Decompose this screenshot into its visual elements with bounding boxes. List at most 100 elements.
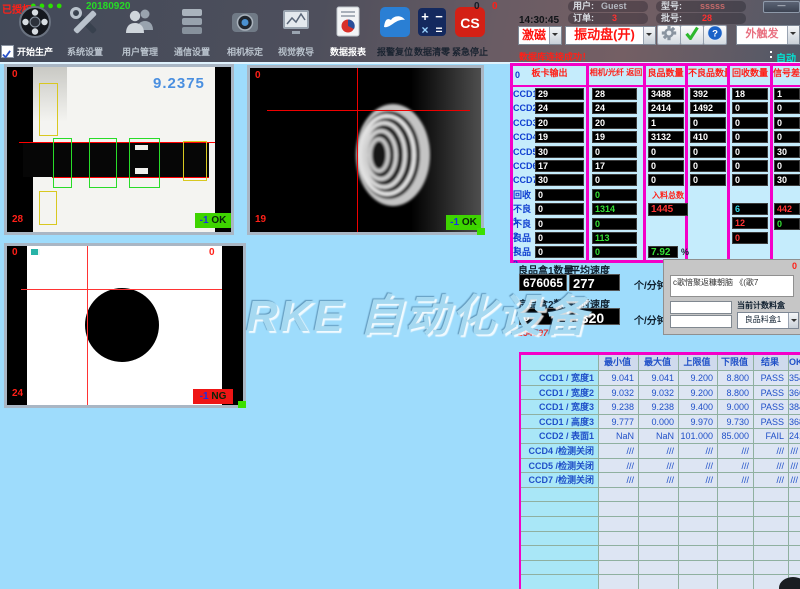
dropdown-arrow-icon xyxy=(643,27,655,44)
measure-row-label: CCD2 / 表面1 xyxy=(521,429,599,444)
reel-icon xyxy=(10,5,60,44)
camera-icon xyxy=(220,5,270,44)
tray-message-box[interactable]: c歌愔聚返糠朝脑 《(歌7 xyxy=(670,275,794,297)
model-label: 型号: xyxy=(661,1,682,12)
counts-cell: 392 xyxy=(690,88,726,100)
measure-cell xyxy=(789,546,800,561)
measure-cell: 9.000 xyxy=(718,400,754,415)
measure-cell xyxy=(599,532,639,547)
measure-cell xyxy=(754,517,789,532)
counts-row-label: 良品2 xyxy=(513,246,535,263)
stop-counter-right: 0 xyxy=(492,1,498,12)
crosshair-horizontal xyxy=(21,289,222,290)
counts-cell: 0 xyxy=(535,203,584,215)
measure-cell: /// xyxy=(754,473,789,488)
measure-row-label xyxy=(521,561,599,576)
measure-cell xyxy=(599,488,639,503)
measure-cell xyxy=(599,502,639,517)
start-production-button[interactable]: 开始生产 xyxy=(10,5,60,61)
measure-cell: /// xyxy=(679,444,718,459)
measure-cell: PASS xyxy=(754,371,789,386)
result-badge: -1 OK xyxy=(195,213,231,228)
system-settings-button[interactable]: 系统设置 xyxy=(60,5,110,61)
measure-cell: /// xyxy=(679,459,718,474)
counts-cell: 0 xyxy=(690,160,726,172)
counts-cell: 20 xyxy=(535,117,584,129)
measure-row: CCD4 /检测关闭////////////////// xyxy=(521,444,800,459)
measure-cell: /// xyxy=(599,459,639,474)
measure-cell xyxy=(599,561,639,576)
calibration-roi-box xyxy=(39,83,58,136)
users-icon xyxy=(115,5,165,44)
svg-text:+: + xyxy=(421,9,429,24)
measure-cell: /// xyxy=(599,473,639,488)
trigger-mode-dropdown[interactable]: 外触发 xyxy=(736,25,800,45)
user-management-button[interactable]: 用户管理 xyxy=(115,5,165,61)
camera-calibration-button[interactable]: 相机标定 xyxy=(220,5,270,61)
measure-cell: PASS xyxy=(754,400,789,415)
counts-cell: 0 xyxy=(592,218,637,230)
counts-cell: 0 xyxy=(774,131,800,143)
dropdown-arrow-icon xyxy=(788,313,798,328)
dropdown-arrow-icon xyxy=(549,27,561,44)
toolbar-checkbox[interactable] xyxy=(1,45,14,58)
counts-cell: 30 xyxy=(774,174,800,186)
camera-view-3: 0 0 24 -1 NG xyxy=(4,243,246,408)
measure-cell: /// xyxy=(639,459,679,474)
feed-total-value: 1445 xyxy=(648,203,688,216)
current-tray-dropdown[interactable]: 良品料盒1 xyxy=(737,312,799,329)
measure-cell: 9.041 xyxy=(639,371,679,386)
measure-cell: 9.238 xyxy=(599,400,639,415)
vision-teaching-button[interactable]: 视觉教导 xyxy=(271,5,321,61)
measure-empty-row xyxy=(521,532,800,547)
measure-empty-row xyxy=(521,517,800,532)
frame-counter: 0 xyxy=(255,71,261,81)
counts-row-label: CCD5 xyxy=(513,146,535,158)
confirm-check-button[interactable] xyxy=(680,25,704,45)
counts-cell: 0 xyxy=(774,117,800,129)
measure-cell: /// xyxy=(754,444,789,459)
measure-cell xyxy=(789,502,800,517)
measure-header-row: 最小值最大值上限值下限值结果OK数 xyxy=(521,355,800,371)
measure-cell: 241 xyxy=(789,429,800,444)
tray-panel: 0 c歌愔聚返糠朝脑 《(歌7 当前计数料盒 良品料盒1 xyxy=(663,259,800,335)
recycle-extra-value: 0 xyxy=(732,232,768,244)
magnet-mode-dropdown[interactable]: 激磁 xyxy=(518,26,562,45)
status-square xyxy=(477,228,485,235)
settings-gear-button[interactable] xyxy=(657,25,681,45)
counts-cell: 1314 xyxy=(592,203,637,215)
counts-row-label: CCD7 xyxy=(513,174,535,186)
measure-cell xyxy=(754,502,789,517)
measure-cell xyxy=(639,575,679,589)
counts-row-label: CCD3 xyxy=(513,117,535,129)
frame-counter: 24 xyxy=(12,389,23,399)
measure-cell: NaN xyxy=(599,429,639,444)
counts-cell: 1 xyxy=(648,117,684,129)
data-report-button[interactable]: 数据报表 xyxy=(323,5,373,61)
emergency-stop-button[interactable]: CS 紧急停止 xyxy=(447,5,493,61)
communication-settings-button[interactable]: 通信设置 xyxy=(167,5,217,61)
vibration-plate-dropdown[interactable]: 振动盘(开) xyxy=(565,26,656,45)
measure-row-label xyxy=(521,502,599,517)
measure-cell: 9.200 xyxy=(679,386,718,401)
measure-cell xyxy=(789,488,800,503)
minimize-button[interactable]: — xyxy=(763,1,800,13)
tray-input-1[interactable] xyxy=(670,301,732,314)
counts-cell: 0 xyxy=(592,189,637,201)
tray-input-2[interactable] xyxy=(670,315,732,328)
counts-cell: 3132 xyxy=(648,131,684,143)
measure-cell xyxy=(718,532,754,547)
help-button[interactable]: ? xyxy=(703,25,727,45)
counts-cell: 29 xyxy=(535,88,584,100)
counts-cell: 19 xyxy=(592,131,637,143)
measure-empty-row xyxy=(521,561,800,576)
measure-cell xyxy=(718,546,754,561)
measure-row: CCD5 /检测关闭////////////////// xyxy=(521,459,800,474)
counts-cell: 0 xyxy=(535,218,584,230)
measure-cell xyxy=(718,517,754,532)
counts-cell: 0 xyxy=(690,146,726,158)
measure-cell: /// xyxy=(789,473,800,488)
inst-speed-unit: 个/分钟 xyxy=(634,312,667,327)
measure-cell: FAIL xyxy=(754,429,789,444)
measurement-value: 9.2375 xyxy=(153,75,205,92)
